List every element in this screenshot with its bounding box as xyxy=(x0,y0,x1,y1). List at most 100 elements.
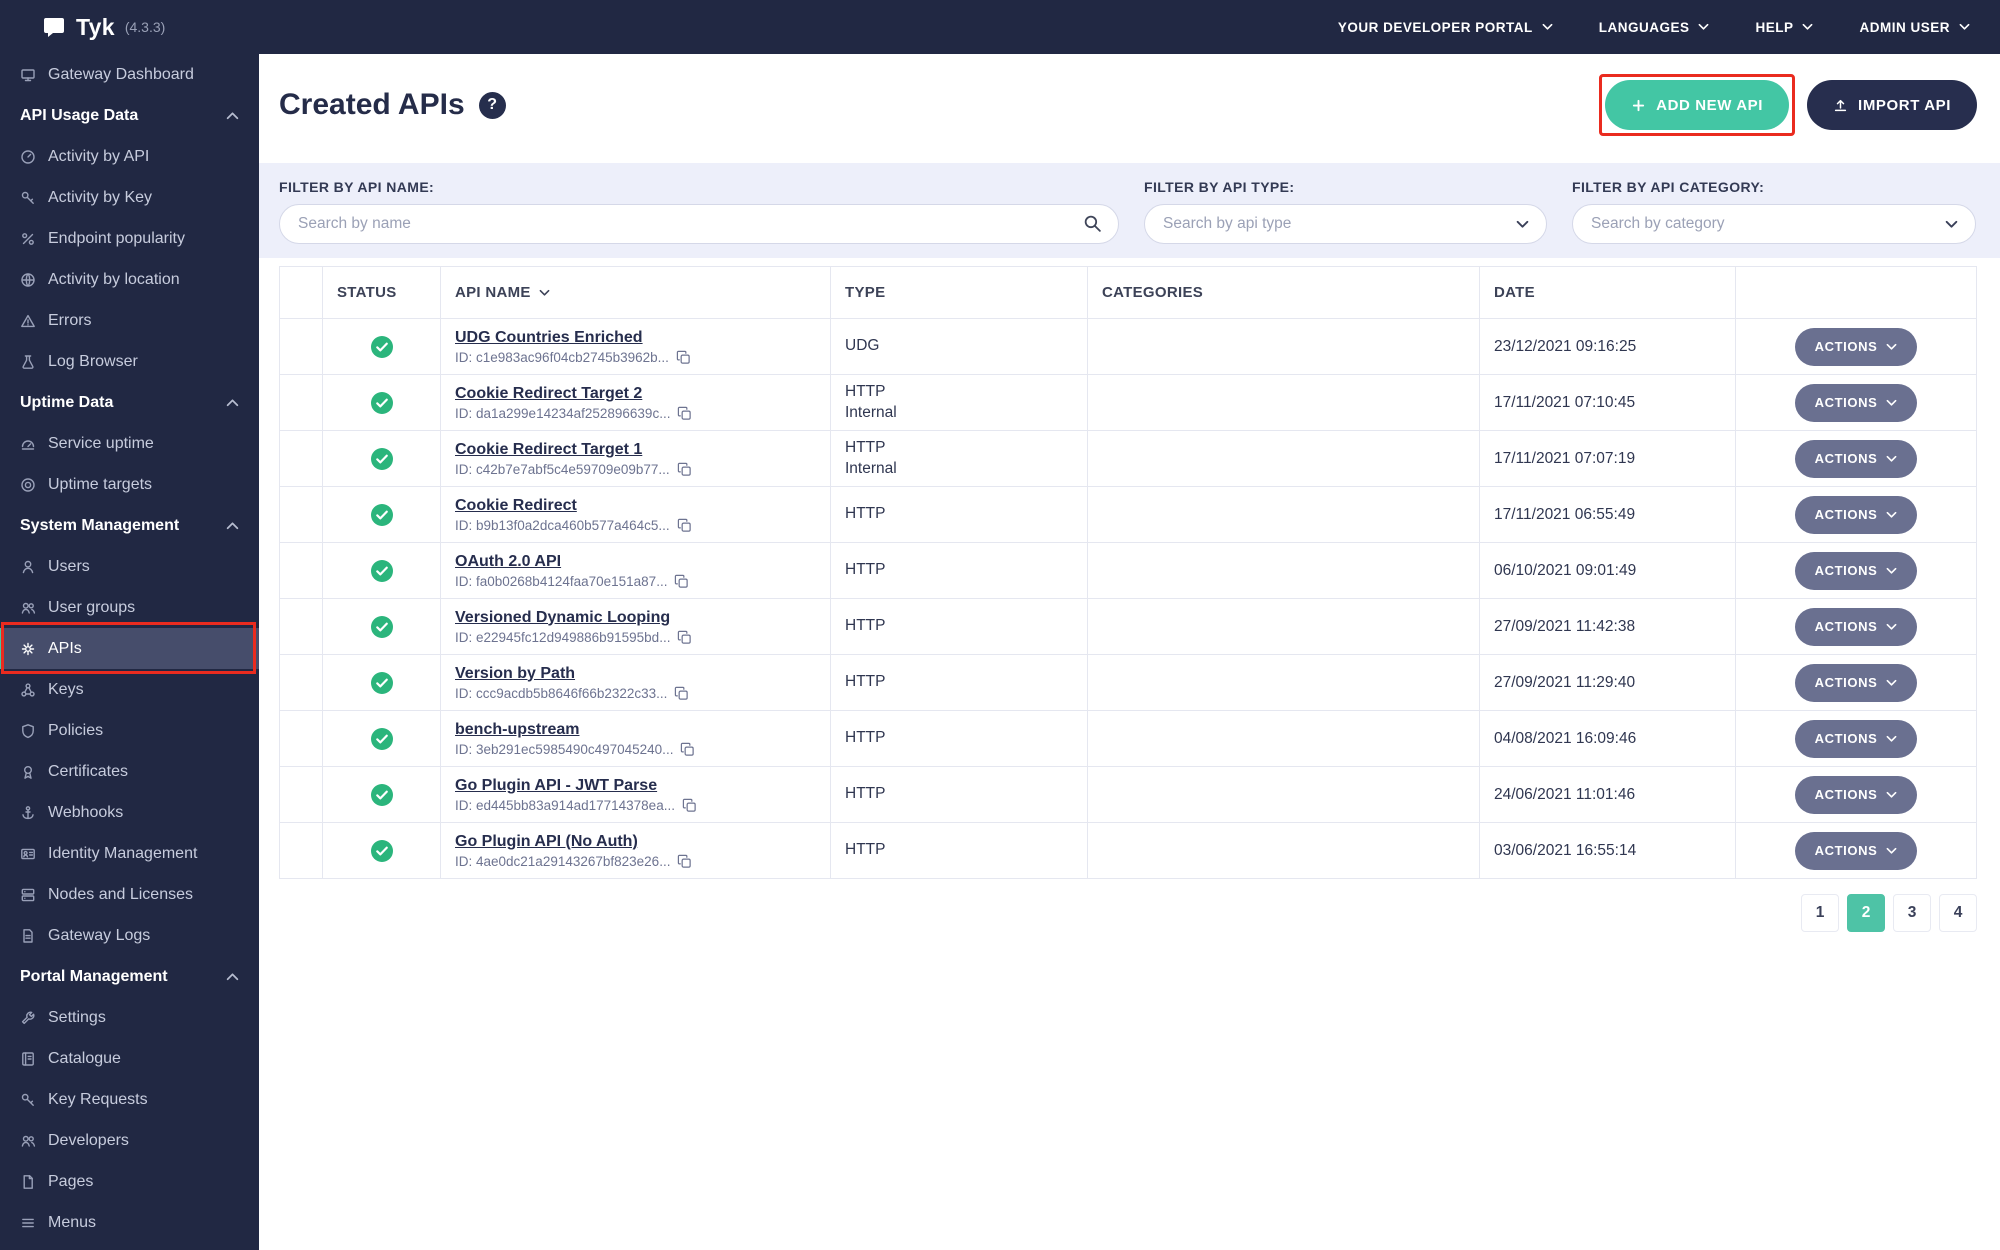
sidebar-item-settings[interactable]: Settings xyxy=(0,997,259,1038)
page-button-1[interactable]: 1 xyxy=(1801,894,1839,932)
copy-icon[interactable] xyxy=(677,854,692,869)
row-date-cell: 17/11/2021 06:55:49 xyxy=(1480,487,1736,543)
add-new-api-button[interactable]: ADD NEW API xyxy=(1605,80,1790,130)
copy-icon[interactable] xyxy=(674,686,689,701)
api-name-link[interactable]: bench-upstream xyxy=(455,721,579,739)
sidebar-item-users[interactable]: Users xyxy=(0,546,259,587)
sidebar-item-apis[interactable]: APIs xyxy=(0,628,259,669)
row-status-cell xyxy=(323,767,441,823)
sidebar-item-webhooks[interactable]: Webhooks xyxy=(0,792,259,833)
copy-icon[interactable] xyxy=(677,518,692,533)
copy-icon[interactable] xyxy=(677,462,692,477)
sidebar-item-uptime-targets[interactable]: Uptime targets xyxy=(0,464,259,505)
copy-icon[interactable] xyxy=(677,630,692,645)
sidebar-item-key-requests[interactable]: Key Requests xyxy=(0,1079,259,1120)
sidebar-item-pages[interactable]: Pages xyxy=(0,1161,259,1202)
api-name-link[interactable]: Go Plugin API - JWT Parse xyxy=(455,777,657,795)
actions-button[interactable]: ACTIONS xyxy=(1794,607,1918,646)
name-column-header[interactable]: API NAME xyxy=(441,267,831,319)
sidebar-section-label: Portal Management xyxy=(20,967,168,985)
sidebar-section-portal-management[interactable]: Portal Management xyxy=(0,956,259,997)
api-name-filter-input[interactable] xyxy=(279,204,1119,244)
actions-button[interactable]: ACTIONS xyxy=(1794,831,1918,870)
chevron-down-icon xyxy=(1803,23,1813,30)
menu-developer-portal[interactable]: YOUR DEVELOPER PORTAL xyxy=(1338,20,1553,35)
api-name-link[interactable]: Cookie Redirect Target 1 xyxy=(455,441,642,459)
sidebar-item-certificates[interactable]: Certificates xyxy=(0,751,259,792)
sidebar-section-uptime-data[interactable]: Uptime Data xyxy=(0,382,259,423)
sidebar-item-developers[interactable]: Developers xyxy=(0,1120,259,1161)
row-date-cell: 04/08/2021 16:09:46 xyxy=(1480,711,1736,767)
api-name-link[interactable]: UDG Countries Enriched xyxy=(455,329,643,347)
sidebar-item-user-groups[interactable]: User groups xyxy=(0,587,259,628)
sidebar-item-errors[interactable]: Errors xyxy=(0,300,259,341)
user-icon xyxy=(22,560,34,573)
sidebar-item-activity-by-api[interactable]: Activity by API xyxy=(0,136,259,177)
page-button-4[interactable]: 4 xyxy=(1939,894,1977,932)
sidebar-item-log-browser[interactable]: Log Browser xyxy=(0,341,259,382)
row-select-cell xyxy=(280,487,323,543)
actions-button[interactable]: ACTIONS xyxy=(1794,383,1918,422)
actions-button-label: ACTIONS xyxy=(1814,451,1878,466)
api-type: HTTP xyxy=(845,561,886,579)
sidebar-item-activity-by-location[interactable]: Activity by location xyxy=(0,259,259,300)
actions-button[interactable]: ACTIONS xyxy=(1794,663,1918,702)
api-name-link[interactable]: Cookie Redirect xyxy=(455,497,577,515)
api-name-link[interactable]: Cookie Redirect Target 2 xyxy=(455,385,642,403)
row-categories-cell xyxy=(1088,599,1480,655)
brand-area[interactable]: Tyk (4.3.3) xyxy=(42,14,165,41)
row-type-cell: HTTP xyxy=(831,543,1088,599)
help-icon[interactable]: ? xyxy=(478,91,506,119)
sidebar-item-label: Menus xyxy=(48,1213,97,1231)
api-id-text: ID: ed445bb83a914ad17714378ea... xyxy=(455,797,675,813)
copy-icon[interactable] xyxy=(677,406,692,421)
actions-button[interactable]: ACTIONS xyxy=(1794,327,1918,366)
page-button-2-active[interactable]: 2 xyxy=(1847,894,1885,932)
api-name-link[interactable]: Go Plugin API (No Auth) xyxy=(455,833,638,851)
sidebar-item-nodes-and-licenses[interactable]: Nodes and Licenses xyxy=(0,874,259,915)
sidebar-section-label: Uptime Data xyxy=(20,393,114,411)
sidebar-section-system-management[interactable]: System Management xyxy=(0,505,259,546)
sidebar-item-endpoint-popularity[interactable]: Endpoint popularity xyxy=(0,218,259,259)
copy-icon[interactable] xyxy=(682,798,697,813)
sidebar-item-keys[interactable]: Keys xyxy=(0,669,259,710)
chevron-down-icon xyxy=(1959,23,1970,30)
actions-button[interactable]: ACTIONS xyxy=(1794,551,1918,590)
row-status-cell xyxy=(323,431,441,487)
column-header-label: API NAME xyxy=(455,284,531,301)
api-name-link[interactable]: OAuth 2.0 API xyxy=(455,553,561,571)
sort-chevron-down-icon xyxy=(539,289,550,296)
sidebar-item-catalogue[interactable]: Catalogue xyxy=(0,1038,259,1079)
sidebar-item-service-uptime[interactable]: Service uptime xyxy=(0,423,259,464)
menu-help[interactable]: HELP xyxy=(1755,20,1813,35)
actions-button[interactable]: ACTIONS xyxy=(1794,495,1918,534)
page-button-3[interactable]: 3 xyxy=(1893,894,1931,932)
actions-button[interactable]: ACTIONS xyxy=(1794,439,1918,478)
actions-button-label: ACTIONS xyxy=(1814,339,1878,354)
api-name-link[interactable]: Version by Path xyxy=(455,665,575,683)
sidebar-item-gateway-logs[interactable]: Gateway Logs xyxy=(0,915,259,956)
import-api-button[interactable]: IMPORT API xyxy=(1807,80,1977,130)
copy-icon[interactable] xyxy=(676,350,691,365)
sidebar-item-activity-by-key[interactable]: Activity by Key xyxy=(0,177,259,218)
sidebar-section-api-usage-data[interactable]: API Usage Data xyxy=(0,95,259,136)
gauge-icon xyxy=(21,149,35,164)
api-type-filter-placeholder: Search by api type xyxy=(1163,215,1292,232)
api-name-link[interactable]: Versioned Dynamic Looping xyxy=(455,609,670,627)
copy-icon[interactable] xyxy=(680,742,695,757)
row-name-cell: UDG Countries Enriched ID: c1e983ac96f04… xyxy=(441,319,831,375)
menu-languages[interactable]: LANGUAGES xyxy=(1599,20,1710,35)
sidebar-item-policies[interactable]: Policies xyxy=(0,710,259,751)
chevron-down-icon xyxy=(1886,511,1897,518)
menu-admin-user[interactable]: ADMIN USER xyxy=(1859,20,1970,35)
sidebar-item-gateway-dashboard[interactable]: Gateway Dashboard xyxy=(0,54,259,95)
copy-icon[interactable] xyxy=(674,574,689,589)
sidebar-item-menus[interactable]: Menus xyxy=(0,1202,259,1243)
chevron-down-icon xyxy=(1886,735,1897,742)
api-type-filter-select[interactable]: Search by api type xyxy=(1144,204,1547,244)
sidebar-item-identity-management[interactable]: Identity Management xyxy=(0,833,259,874)
api-category-filter-select[interactable]: Search by category xyxy=(1572,204,1976,244)
actions-button[interactable]: ACTIONS xyxy=(1794,719,1918,758)
actions-button[interactable]: ACTIONS xyxy=(1794,775,1918,814)
row-actions-cell: ACTIONS xyxy=(1736,655,1976,711)
